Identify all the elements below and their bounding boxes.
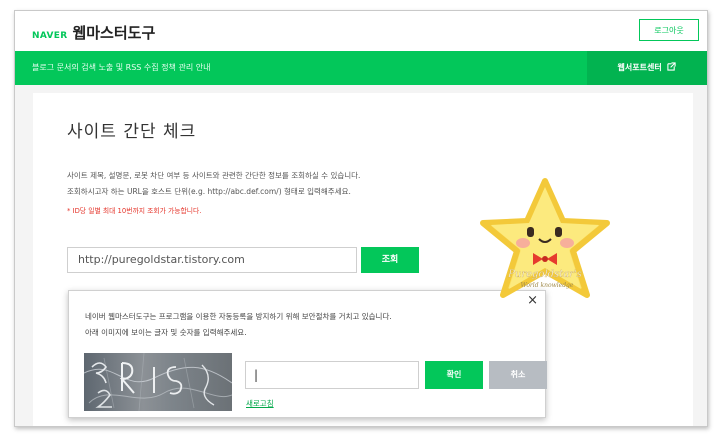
captcha-message-line-2: 아래 이미지에 보이는 글자 및 숫자를 입력해주세요. <box>85 328 247 337</box>
captcha-message-line-1: 네이버 웹마스터도구는 프로그램을 이용한 자동등록을 방지하기 위해 보안절차… <box>85 312 392 321</box>
star-mascot-sticker: Puregoldstar's World knowledge <box>480 178 610 298</box>
query-button[interactable]: 조회 <box>361 247 419 273</box>
brand-logo[interactable]: NAVER 웹마스터도구 <box>32 22 155 43</box>
description-line-2: 조회하시고자 하는 URL을 호스트 단위(e.g. http://abc.de… <box>67 187 351 196</box>
notice-link[interactable]: 블로그 문서의 검색 노출 및 RSS 수집 정책 관리 안내 <box>32 51 210 85</box>
query-limit-warning: * ID당 일별 최대 10번까지 조회가 가능합니다. <box>67 207 202 215</box>
description-line-1: 사이트 제목, 설명문, 로봇 차단 여부 등 사이트와 관련한 간단한 정보를… <box>67 171 361 180</box>
support-center-button[interactable]: 웹서포트센터 <box>587 51 707 85</box>
support-center-label: 웹서포트센터 <box>617 63 662 72</box>
captcha-input[interactable]: | <box>245 361 419 389</box>
notice-bar: 블로그 문서의 검색 노출 및 RSS 수집 정책 관리 안내 웹서포트센터 <box>15 51 707 85</box>
cancel-button[interactable]: 취소 <box>489 361 547 389</box>
logout-button[interactable]: 로그아웃 <box>639 19 699 41</box>
confirm-button[interactable]: 확인 <box>425 361 483 389</box>
url-input[interactable]: http://puregoldstar.tistory.com <box>67 247 357 273</box>
refresh-captcha-link[interactable]: 새로고침 <box>246 398 274 409</box>
external-link-icon <box>667 62 677 71</box>
browser-frame: NAVER 웹마스터도구 로그아웃 블로그 문서의 검색 노출 및 RSS 수집… <box>14 10 708 427</box>
page-description: 사이트 제목, 설명문, 로봇 차단 여부 등 사이트와 관련한 간단한 정보를… <box>67 168 360 200</box>
sticker-text-line-2: World knowledge <box>521 282 574 289</box>
page-title: 사이트 간단 체크 <box>67 122 197 142</box>
captcha-image <box>84 353 232 411</box>
top-header: NAVER 웹마스터도구 로그아웃 <box>15 11 707 51</box>
service-title: 웹마스터도구 <box>72 24 156 42</box>
captcha-message: 네이버 웹마스터도구는 프로그램을 이용한 자동등록을 방지하기 위해 보안절차… <box>85 309 392 341</box>
naver-logo: NAVER <box>32 31 68 41</box>
sticker-text-line-1: Puregoldstar's <box>507 269 582 280</box>
